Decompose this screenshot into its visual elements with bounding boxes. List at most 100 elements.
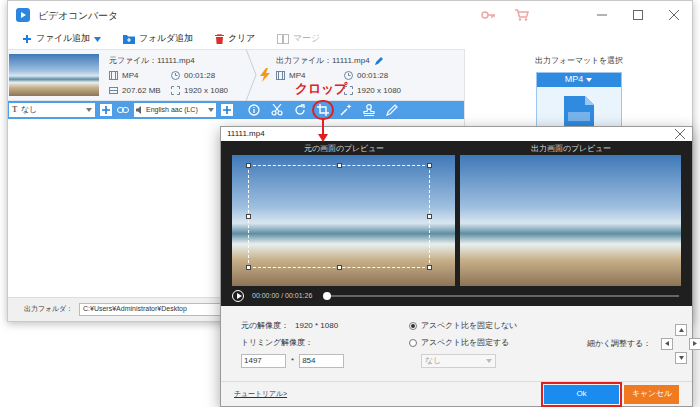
file-info-value: 00:01:28 [357,70,388,82]
height-field[interactable]: 854 [299,354,344,368]
cut-icon [271,104,283,116]
toolbar-button[interactable]: ファイル追加 [22,32,101,46]
close-button[interactable] [674,128,686,140]
toolbar-button[interactable]: フォルダ追加 [123,32,193,46]
width-field[interactable]: 1497 [241,354,286,368]
add-audio-icon [223,106,231,114]
crop-handle[interactable] [427,214,432,219]
maximize-button[interactable] [624,5,652,25]
original-resolution-label: 元の解像度： [241,320,289,332]
file-size-icon [109,86,118,95]
folder-icon [123,34,135,44]
close-icon [675,129,685,139]
add-audio-button[interactable] [221,104,233,116]
seek-thumb[interactable] [323,292,331,300]
caret-icon [586,78,592,82]
dialog-title-bar: 11111.mp4 [221,127,692,141]
subtitle-icon: T [12,104,17,116]
cart-button[interactable] [512,5,532,25]
subtitle-dropdown[interactable]: T なし [9,103,95,117]
key-button[interactable] [478,5,498,25]
file-info-value: 1920 x 1080 [357,85,401,97]
crop-rectangle[interactable] [248,165,430,268]
toolbar-button[interactable]: マージ [277,32,320,46]
source-info: 元ファイル：11111.mp4MP400:01:28207.62 MB1920 … [99,50,244,100]
info-icon [248,104,260,116]
radio-button[interactable] [409,339,417,347]
annotation-circle [312,100,334,120]
dialog-footer: チュートリアル> Ok キャンセル [221,381,692,406]
subtitle-value: なし [21,104,82,116]
add-subtitle-button[interactable] [100,104,112,116]
close-button[interactable] [660,5,688,25]
radio-label: アスペクト比を固定しない [421,320,517,332]
crop-button[interactable]: クロップ [317,104,329,116]
watermark-icon [363,104,375,116]
nudge-left-button[interactable] [661,338,673,350]
video-thumbnail[interactable] [9,54,99,96]
toolbar-button[interactable]: クリア [215,32,255,46]
format-icon [109,71,118,80]
crop-handle[interactable] [337,163,342,168]
crop-handle[interactable] [246,163,251,168]
file-row[interactable]: 元ファイル：11111.mp4MP400:01:28207.62 MB1920 … [8,49,464,101]
output-preview [460,155,681,286]
toolbar-label[interactable]: ファイル追加 [36,32,90,46]
close-icon [669,10,679,20]
width-value[interactable]: 1497 [244,355,262,367]
nudge-down-button[interactable] [675,352,687,364]
crop-handle[interactable] [427,163,432,168]
clock-icon [171,71,180,80]
button-label[interactable]: Ok [576,388,586,400]
link-button[interactable] [117,104,129,116]
chevron-icon [244,49,258,101]
ok-button[interactable]: Ok [544,385,619,404]
nudge-up-button[interactable] [675,324,687,336]
aspect-radio[interactable]: アスペクト比を固定しない [409,320,559,332]
size-separator: * [291,355,294,367]
preview-title: 元の画面のプレビュー [304,143,384,155]
cut-button[interactable] [271,104,283,116]
crop-icon [317,104,329,116]
edit-button[interactable] [386,104,398,116]
caret-icon [486,359,492,363]
nudge-right-button[interactable] [689,338,700,350]
crop-handle[interactable] [246,214,251,219]
cancel-button[interactable]: キャンセル [624,385,679,404]
rotate-button[interactable] [294,104,306,116]
resolution-icon [171,86,180,95]
crop-handle[interactable] [246,265,251,270]
audio-dropdown[interactable]: English aac (LC) [134,103,216,117]
effect-button[interactable] [340,104,352,116]
output-folder-path[interactable]: C:¥Users¥Administrator¥Desktop [83,304,187,315]
cart-icon [515,9,529,21]
crop-handle[interactable] [337,265,342,270]
plus-icon [22,34,32,44]
tutorial-link[interactable]: チュートリアル> [234,389,287,400]
minimize-button[interactable] [588,5,616,25]
play-button[interactable] [232,290,244,302]
seek-track[interactable] [324,295,679,297]
nudge-up-icon [679,328,684,332]
toolbar-label[interactable]: フォルダ追加 [139,32,193,46]
button-label[interactable]: キャンセル [632,388,672,400]
toolbar-label[interactable]: マージ [293,32,320,46]
maximize-icon [633,10,643,20]
crop-handle[interactable] [427,265,432,270]
aspect-radio[interactable]: アスペクト比を固定する [409,337,559,349]
clock-icon [344,71,353,80]
edit-bar: T なし English aac (LC) クロップ [8,101,464,119]
info-button[interactable] [248,104,260,116]
toolbar-label[interactable]: クリア [228,32,255,46]
radio-button[interactable] [409,322,417,330]
rename-button[interactable] [374,57,383,66]
watermark-button[interactable] [363,104,375,116]
minimize-icon [597,10,607,20]
file-info-value: 1920 x 1080 [184,85,228,97]
file-info-value: 207.62 MB [122,85,161,97]
nudge-left-icon [665,341,669,346]
height-value[interactable]: 854 [302,355,315,367]
rename-icon [374,57,383,66]
aspect-preset-dropdown[interactable]: なし [421,354,496,368]
fine-tune-label: 細かく調整する： [587,338,651,350]
